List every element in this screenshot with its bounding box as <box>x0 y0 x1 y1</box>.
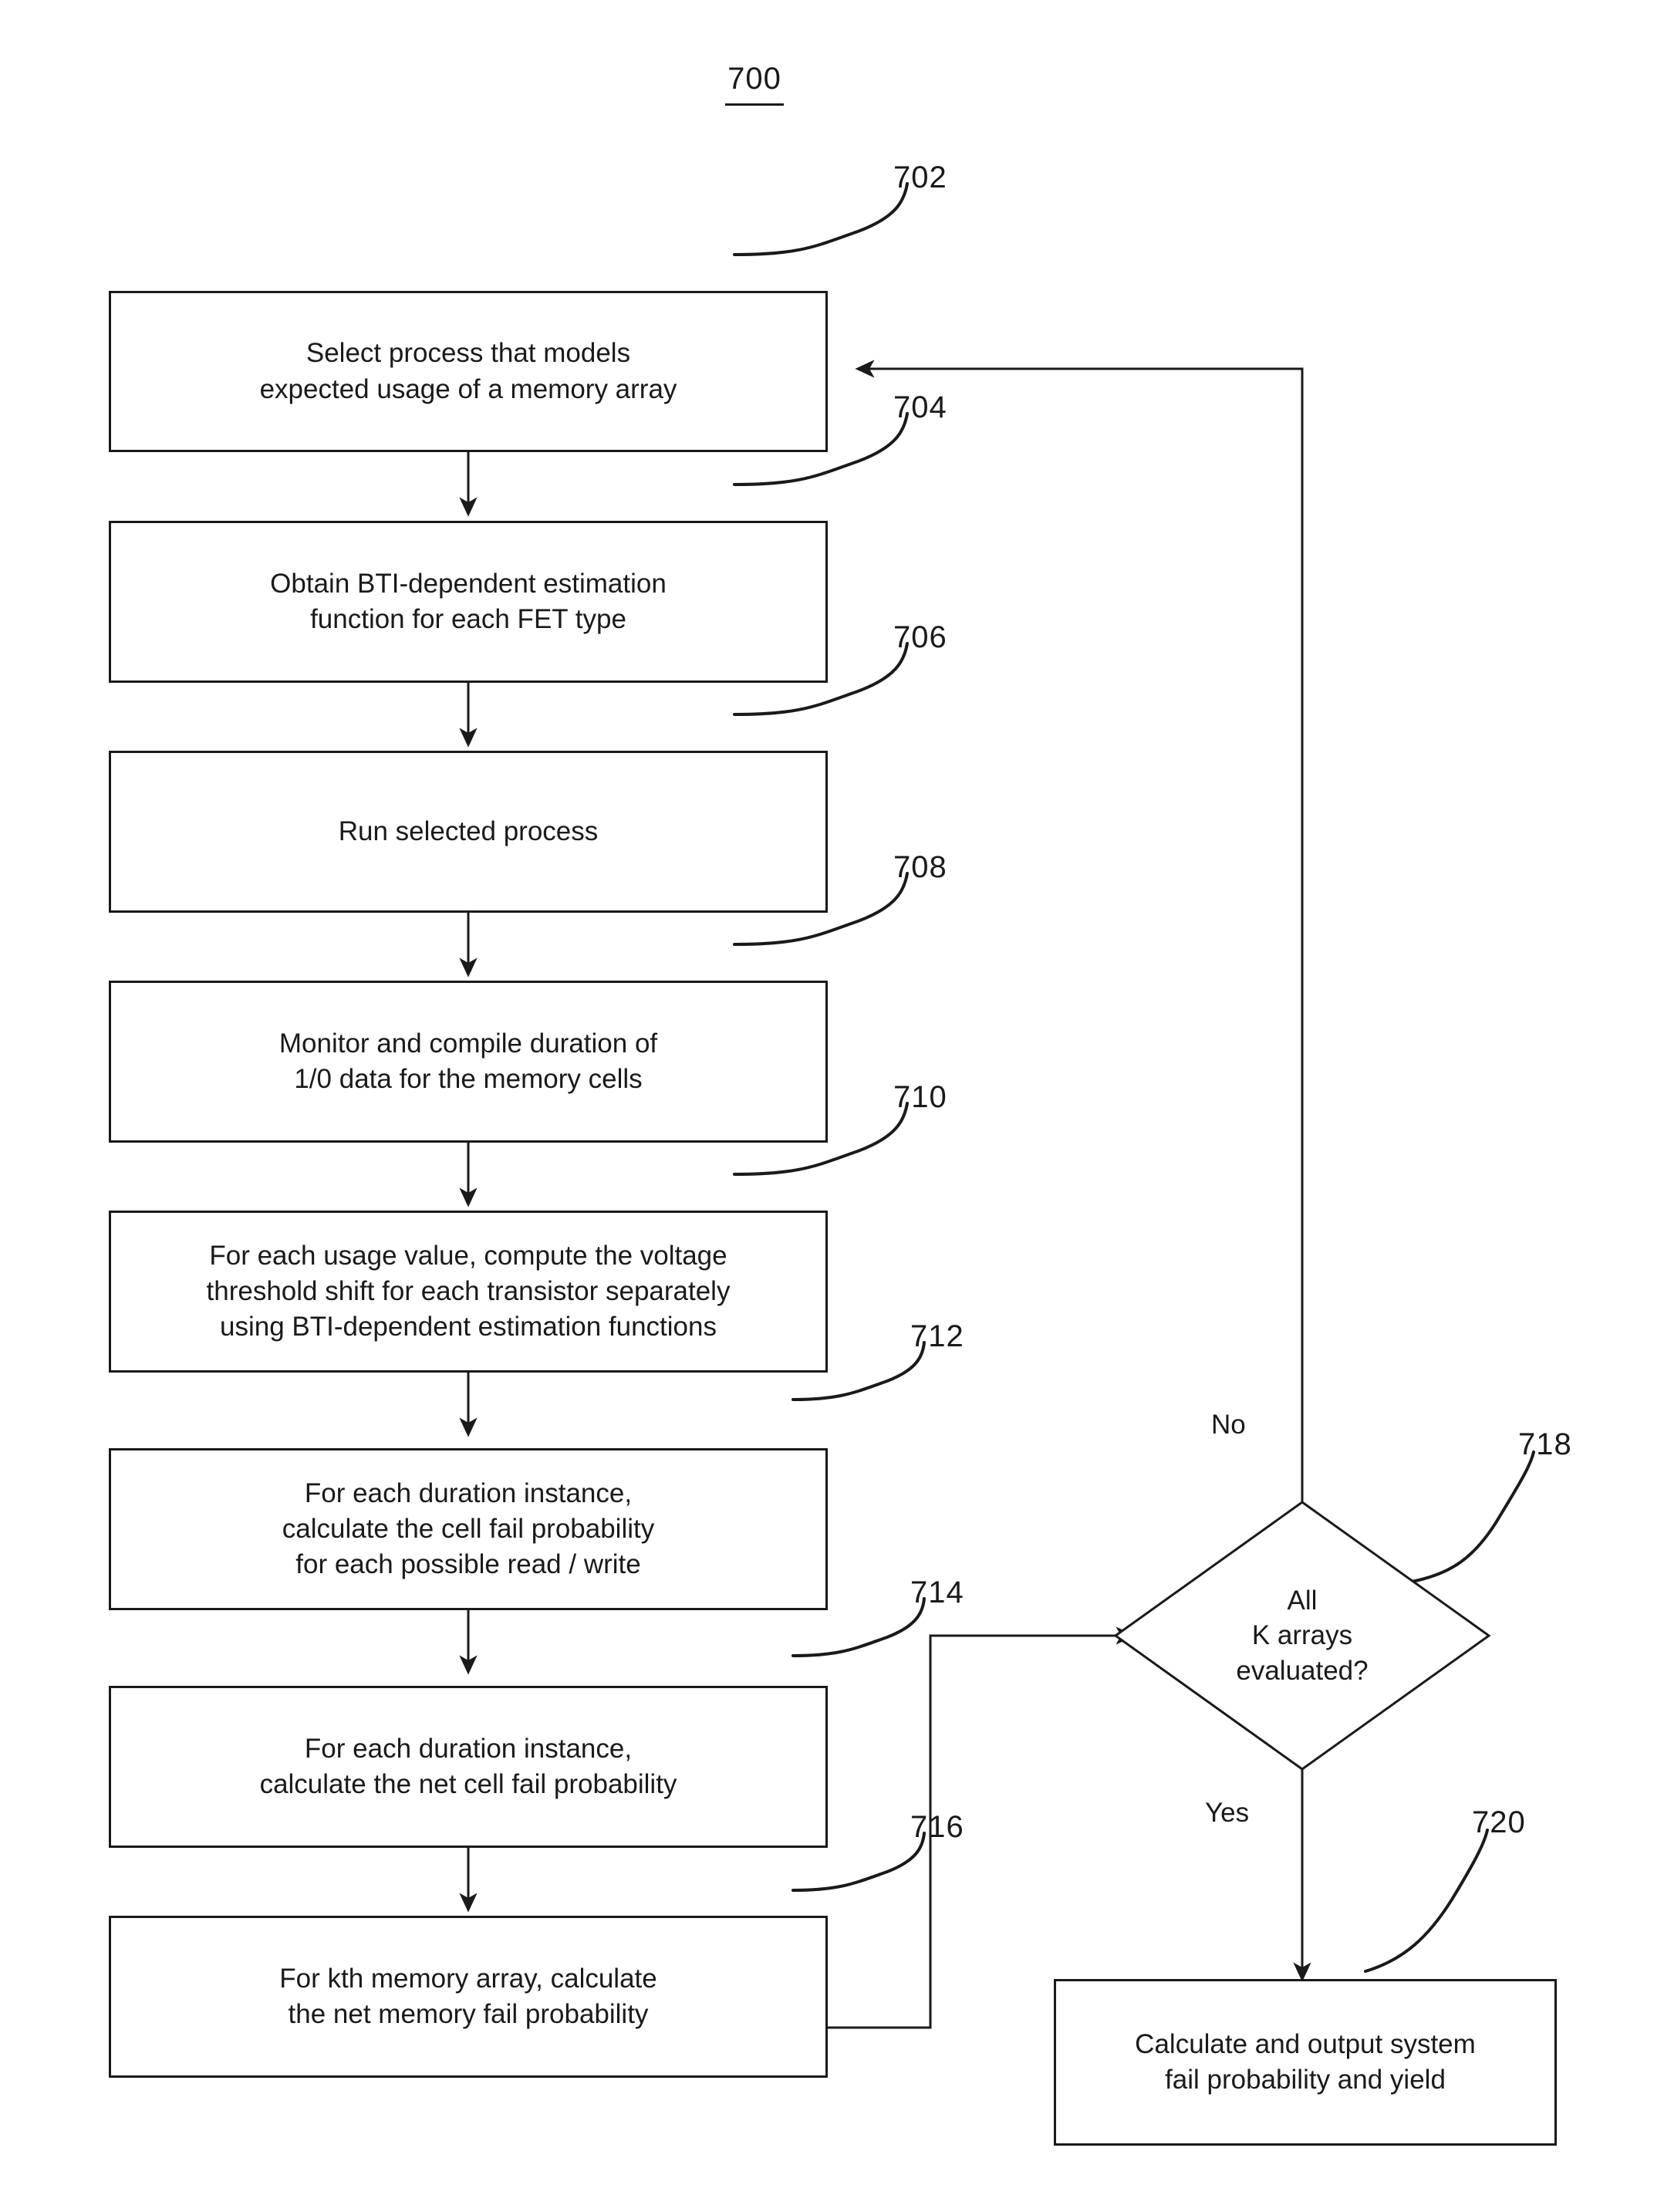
connector-716-718 <box>828 1626 1136 2029</box>
process-box-712[interactable]: For each duration instance, calculate th… <box>109 1448 828 1610</box>
process-box-710-label: For each usage value, compute the voltag… <box>206 1240 731 1342</box>
process-box-704[interactable]: Obtain BTI-dependent estimation function… <box>109 521 828 683</box>
process-box-702-label: Select process that models expected usag… <box>259 338 677 404</box>
process-box-716-label: For kth memory array, calculate the net … <box>279 1963 657 2029</box>
process-box-708-label: Monitor and compile duration of 1/0 data… <box>278 1028 658 1094</box>
process-box-706-label: Run selected process <box>338 816 599 846</box>
ref-numeral-718: 718 <box>1518 1427 1572 1461</box>
process-box-708[interactable]: Monitor and compile duration of 1/0 data… <box>109 981 828 1143</box>
process-box-704-label: Obtain BTI-dependent estimation function… <box>270 568 667 634</box>
ref-numeral-702: 702 <box>893 160 947 194</box>
branch-label-yes: Yes <box>1205 1798 1250 1828</box>
branch-label-no: No <box>1211 1410 1246 1440</box>
process-box-714-label: For each duration instance, calculate th… <box>259 1733 677 1799</box>
decision-box-718-label: All K arrays evaluated? <box>1236 1585 1369 1686</box>
ref-numeral-714: 714 <box>910 1575 964 1609</box>
process-box-714[interactable]: For each duration instance, calculate th… <box>109 1686 828 1848</box>
figure-canvas: 700 Select process that models expected … <box>0 0 1664 2212</box>
ref-numeral-704: 704 <box>893 390 947 424</box>
process-box-710[interactable]: For each usage value, compute the voltag… <box>109 1211 828 1373</box>
ref-numeral-720: 720 <box>1472 1805 1526 1839</box>
figure-number: 700 <box>727 62 781 96</box>
process-box-702[interactable]: Select process that models expected usag… <box>109 291 828 452</box>
ref-numeral-716: 716 <box>910 1810 964 1844</box>
ref-numeral-708: 708 <box>893 850 947 884</box>
decision-box-718-labelwrap: All K arrays evaluated? <box>1116 1502 1489 1769</box>
process-box-720-label: Calculate and output system fail probabi… <box>1135 2028 1476 2095</box>
ref-numeral-712: 712 <box>910 1319 964 1353</box>
process-box-716[interactable]: For kth memory array, calculate the net … <box>109 1916 828 2078</box>
leader-line-720 <box>1364 1829 1489 1973</box>
process-box-712-label: For each duration instance, calculate th… <box>282 1477 655 1580</box>
process-box-720[interactable]: Calculate and output system fail probabi… <box>1054 1979 1557 2146</box>
leader-line-702 <box>733 182 909 256</box>
decision-box-718[interactable]: All K arrays evaluated? <box>1116 1502 1489 1769</box>
ref-numeral-710: 710 <box>893 1080 947 1114</box>
process-box-706[interactable]: Run selected process <box>109 751 828 913</box>
ref-numeral-706: 706 <box>893 620 947 654</box>
figure-number-underline <box>725 103 784 106</box>
